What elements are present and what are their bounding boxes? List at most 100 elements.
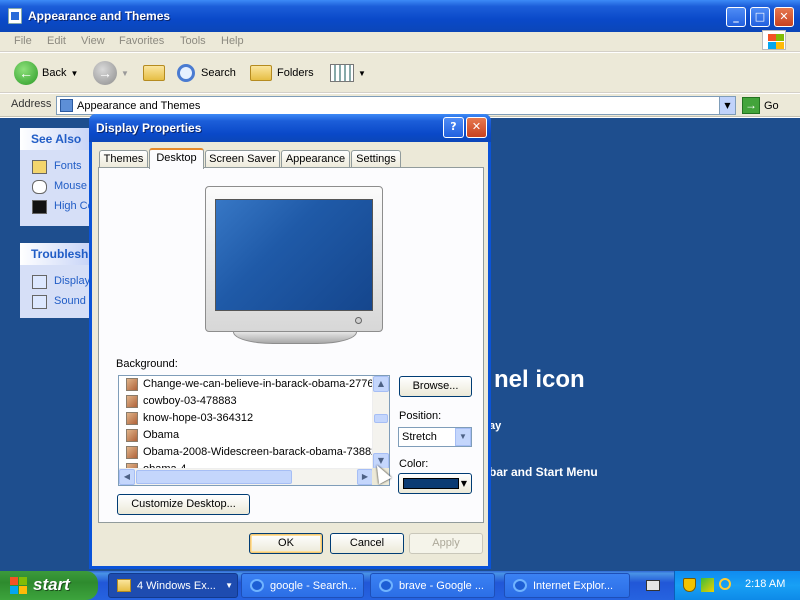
menu-edit[interactable]: Edit [47, 35, 66, 47]
scroll-up-button[interactable]: ▲ [373, 376, 389, 392]
maximize-button[interactable]: □ [750, 7, 770, 27]
start-label: start [33, 575, 70, 594]
image-file-icon [126, 395, 138, 408]
list-item[interactable]: know-hope-03-364312 [119, 410, 389, 427]
search-label: Search [201, 67, 236, 79]
task-google-search[interactable]: google - Search... [241, 573, 364, 598]
help-icon [32, 295, 47, 309]
explorer-title-bar[interactable]: Appearance and Themes _ □ ✕ [0, 0, 800, 32]
mouse-label: Mouse [54, 180, 88, 192]
task-label: brave - Google ... [399, 580, 484, 592]
apply-button[interactable]: Apply [409, 533, 483, 554]
windows-logo-icon [762, 30, 786, 50]
back-button[interactable]: ← Back ▼ [14, 61, 78, 85]
address-dropdown-button[interactable]: ▼ [719, 97, 735, 114]
task-label: google - Search... [270, 580, 357, 592]
see-also-mouse[interactable]: Mouse [20, 177, 92, 197]
cancel-button[interactable]: Cancel [330, 533, 404, 554]
task-label: Internet Explor... [533, 580, 614, 592]
list-item[interactable]: cowboy-03-478883 [119, 393, 389, 410]
views-button[interactable]: ▼ [330, 61, 366, 85]
task-internet-explorer[interactable]: Internet Explor... [504, 573, 630, 598]
mouse-icon [32, 180, 47, 194]
task-label: 4 Windows Ex... [137, 580, 216, 592]
task-link-2[interactable]: bar and Start Menu [489, 465, 598, 479]
scroll-right-button[interactable]: ▶ [357, 469, 373, 485]
go-button[interactable]: → Go [742, 96, 779, 115]
task-windows-explorer[interactable]: 4 Windows Ex... ▼ [108, 573, 238, 598]
network-icon[interactable] [701, 578, 714, 592]
standard-toolbar: ← Back ▼ → ▼ Search Folders ▼ [0, 53, 800, 93]
see-also-fonts[interactable]: Fonts [20, 157, 92, 177]
ok-button[interactable]: OK [249, 533, 323, 554]
go-arrow-icon: → [742, 97, 760, 114]
troubleshoot-display[interactable]: Display [20, 272, 92, 292]
search-icon[interactable] [719, 578, 731, 590]
explorer-title: Appearance and Themes [28, 9, 171, 23]
list-item[interactable]: Change-we-can-believe-in-barack-obama-27… [119, 376, 389, 393]
dialog-title: Display Properties [96, 121, 202, 135]
image-file-icon [126, 446, 138, 459]
color-picker-button[interactable]: ▼ [398, 473, 472, 494]
image-file-icon [126, 429, 138, 442]
vertical-scroll-thumb[interactable] [374, 414, 388, 423]
menu-bar: File Edit View Favorites Tools Help [0, 32, 800, 52]
tab-screen-saver[interactable]: Screen Saver [205, 150, 280, 168]
start-button[interactable]: start [0, 571, 98, 600]
menu-tools[interactable]: Tools [180, 35, 206, 47]
vertical-scrollbar[interactable]: ▲ ▼ [372, 376, 389, 470]
forward-button[interactable]: → ▼ [93, 61, 129, 85]
see-also-title[interactable]: See Also [20, 128, 92, 150]
monitor-preview [205, 186, 383, 332]
see-also-high-contrast[interactable]: High Co [20, 197, 92, 217]
tab-settings[interactable]: Settings [351, 150, 401, 168]
chevron-down-icon: ▼ [358, 68, 366, 78]
list-item[interactable]: Obama-2008-Widescreen-barack-obama-73882… [119, 444, 389, 461]
go-label: Go [764, 99, 779, 112]
clock[interactable]: 2:18 AM [745, 578, 785, 590]
menu-file[interactable]: File [14, 35, 32, 47]
menu-view[interactable]: View [81, 35, 105, 47]
power-led-icon [355, 317, 362, 324]
scroll-left-button[interactable]: ◀ [119, 469, 135, 485]
help-button[interactable]: ? [443, 117, 464, 138]
horizontal-scrollbar[interactable]: ◀ ▶ [119, 468, 374, 485]
windows-logo-icon [10, 577, 28, 594]
tab-themes[interactable]: Themes [99, 150, 148, 168]
dialog-title-bar[interactable]: Display Properties ? ✕ [89, 114, 491, 142]
menu-favorites[interactable]: Favorites [119, 35, 164, 47]
background-list[interactable]: Change-we-can-believe-in-barack-obama-27… [118, 375, 390, 486]
tab-desktop[interactable]: Desktop [149, 148, 204, 169]
customize-desktop-button[interactable]: Customize Desktop... [117, 494, 250, 515]
list-item[interactable]: Obama [119, 427, 389, 444]
folder-icon [250, 65, 272, 81]
back-arrow-icon: ← [14, 61, 38, 85]
sound-label: Sound [54, 295, 86, 307]
high-contrast-label: High Co [54, 200, 92, 212]
control-panel-icon [8, 8, 22, 24]
dialog-close-button[interactable]: ✕ [466, 117, 487, 138]
address-value: Appearance and Themes [77, 100, 201, 112]
chevron-down-icon: ▼ [460, 479, 467, 488]
security-shield-icon[interactable] [683, 578, 696, 592]
up-folder-button[interactable] [143, 61, 165, 85]
task-brave-google[interactable]: brave - Google ... [370, 573, 495, 598]
menu-help[interactable]: Help [221, 35, 244, 47]
color-label: Color: [399, 458, 429, 470]
folders-label: Folders [277, 67, 314, 79]
folders-button[interactable]: Folders [250, 61, 314, 85]
horizontal-scroll-thumb[interactable] [136, 470, 292, 484]
troubleshooters-title[interactable]: Troublesh [20, 243, 92, 265]
chevron-down-icon: ▼ [121, 68, 129, 78]
keyboard-icon[interactable] [646, 580, 660, 591]
address-field[interactable]: Appearance and Themes ▼ [56, 96, 736, 115]
search-button[interactable]: Search [177, 61, 236, 85]
minimize-button[interactable]: _ [726, 7, 746, 27]
browse-button[interactable]: Browse... [399, 376, 472, 397]
close-button[interactable]: ✕ [774, 7, 794, 27]
list-item-label: Obama [143, 429, 180, 441]
search-icon [177, 64, 195, 82]
position-select[interactable]: Stretch ▼ [398, 427, 472, 447]
tab-appearance[interactable]: Appearance [281, 150, 350, 168]
troubleshoot-sound[interactable]: Sound [20, 292, 92, 312]
